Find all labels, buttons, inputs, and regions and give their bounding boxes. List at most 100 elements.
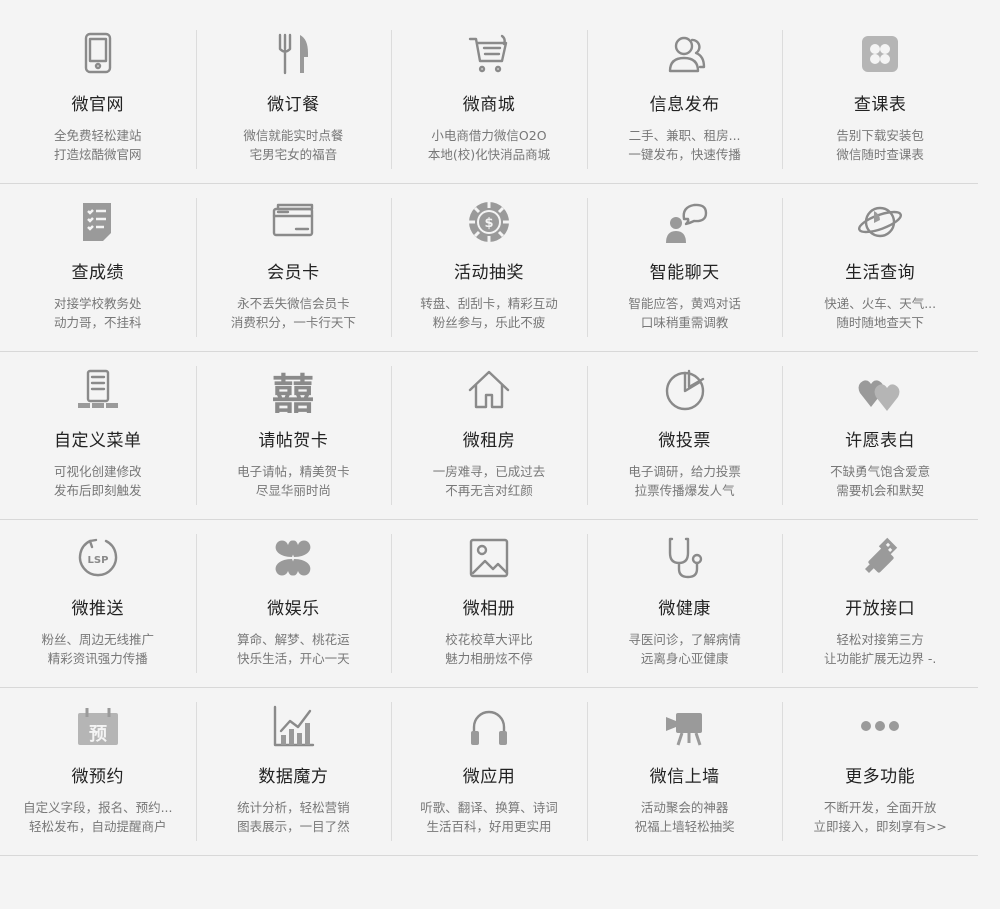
description-line: 不再无言对红颜 [445, 483, 533, 498]
description-line: 消费积分，一卡行天下 [230, 315, 356, 330]
description-line: 轻松发布，自动提醒商户 [29, 819, 167, 834]
description-line: 本地(校)化快消品商城 [427, 147, 551, 162]
feature-title: 微租房 [462, 431, 516, 451]
description-line: 不断开发，全面开放 [823, 800, 937, 815]
feature-row: 预微预约 自定义字段，报名、预约... 轻松发布，自动提醒商户 数据魔方 统计分析，轻松… [0, 688, 978, 856]
feature-title: 数据魔方 [258, 767, 329, 787]
feature-description: 活动聚会的神器 祝福上墙轻松抽奖 [587, 798, 783, 836]
description-line: 立即接入，即刻享有>> [813, 819, 947, 834]
description-line: 生活百科，好用更实用 [426, 819, 552, 834]
description-line: 全免费轻松建站 [54, 128, 142, 143]
picture-icon [391, 534, 587, 582]
feature-title: 请帖贺卡 [258, 431, 329, 451]
feature-tile[interactable]: 自定义菜单 可视化创建修改 发布后即刻触发 [0, 352, 196, 519]
planet-icon [782, 198, 978, 246]
feature-title: 会员卡 [267, 263, 320, 283]
description-line: 口味稍重需调教 [640, 315, 729, 330]
description-line: 二手、兼职、租房... [628, 128, 741, 143]
pie-chart-icon [587, 366, 783, 414]
feature-tile[interactable]: 生活查询快递、火车、天气... 随时随地查天下 [782, 184, 978, 351]
card-icon [196, 198, 392, 246]
tablet-icon [0, 30, 196, 78]
description-line: 一键发布，快速传播 [628, 147, 741, 162]
feature-tile[interactable]: 微商城 小电商借力微信O2O 本地(校)化快消品商城 [391, 16, 587, 183]
feature-tile[interactable]: 微娱乐算命、解梦、桃花运 快乐生活，开心一天 [195, 520, 392, 687]
feature-description: 自定义字段，报名、预约... 轻松发布，自动提醒商户 [0, 798, 196, 836]
feature-description: 转盘、刮刮卡，精彩互动 粉丝参与，乐此不疲 [391, 294, 587, 332]
feature-description: 不断开发，全面开放 立即接入，即刻享有>> [782, 798, 978, 836]
description-line: 魅力相册炫不停 [445, 651, 533, 666]
feature-tile[interactable]: 数据魔方 统计分析，轻松营销 图表展示，一目了然 [195, 688, 392, 855]
description-line: 智能应答，黄鸡对话 [628, 296, 741, 311]
description-line: 听歌、翻译、换算、诗词 [420, 800, 558, 815]
feature-description: 对接学校教务处 动力哥，不挂科 [0, 294, 196, 332]
description-line: 宅男宅女的福音 [249, 147, 338, 162]
feature-title: 信息发布 [649, 95, 720, 115]
description-line: 随时随地查天下 [836, 315, 924, 330]
feature-title: 生活查询 [845, 263, 916, 283]
feature-title: 查成绩 [71, 263, 125, 283]
feature-tile[interactable]: 微投票 电子调研，给力投票 拉票传播爆发人气 [586, 352, 783, 519]
feature-title: 微健康 [658, 599, 711, 619]
description-line: 快递、火车、天气... [824, 296, 937, 311]
feature-tile[interactable]: 微信上墙 活动聚会的神器 祝福上墙轻松抽奖 [586, 688, 783, 855]
description-line: 拉票传播爆发人气 [634, 483, 735, 498]
description-line: 永不丢失微信会员卡 [237, 296, 350, 311]
feature-row: 自定义菜单 可视化创建修改 发布后即刻触发囍请帖贺卡 电子请帖，精美贺卡 尽显华丽时尚微… [0, 352, 978, 520]
description-line: 远离身心亚健康 [640, 651, 729, 666]
description-line: 对接学校教务处 [54, 296, 142, 311]
feature-description: 二手、兼职、租房... 一键发布，快速传播 [587, 126, 783, 164]
feature-tile[interactable]: LSP 微推送 粉丝、周边无线推广 精彩资讯强力传播 [0, 520, 196, 687]
feature-tile[interactable]: 微健康 寻医问诊，了解病情 远离身心亚健康 [586, 520, 783, 687]
feature-row: 微官网 全免费轻松建站 打造炫酷微官网 微订餐 微信就能实时点餐 宅男宅女的福音 微商城 小电… [0, 16, 978, 184]
description-line: 不缺勇气饱含爱意 [830, 464, 931, 479]
feature-description: 告别下载安装包 微信随时查课表 [782, 126, 978, 164]
feature-tile[interactable]: 许愿表白不缺勇气饱含爱意 需要机会和默契 [782, 352, 978, 519]
feature-tile[interactable]: 更多功能不断开发，全面开放 立即接入，即刻享有>> [782, 688, 978, 855]
feature-title: 开放接口 [845, 599, 916, 619]
description-line: 自定义字段，报名、预约... [23, 800, 173, 815]
feature-description: 听歌、翻译、换算、诗词 生活百科，好用更实用 [391, 798, 587, 836]
feature-description: 全免费轻松建站 打造炫酷微官网 [0, 126, 196, 164]
feature-tile[interactable]: $ 活动抽奖转盘、刮刮卡，精彩互动 粉丝参与，乐此不疲 [391, 184, 587, 351]
description-line: 校花校草大评比 [445, 632, 533, 647]
feature-tile[interactable]: 微官网 全免费轻松建站 打造炫酷微官网 [0, 16, 196, 183]
description-line: 尽显华丽时尚 [255, 483, 331, 498]
feature-title: 许愿表白 [845, 431, 916, 451]
poker-chip-icon: $ [391, 198, 587, 246]
feature-tile[interactable]: 微相册 校花校草大评比 魅力相册炫不停 [391, 520, 587, 687]
lsp-refresh-icon: LSP [0, 534, 196, 582]
description-line: 精彩资讯强力传播 [47, 651, 148, 666]
feature-tile[interactable]: 查成绩对接学校教务处 动力哥，不挂科 [0, 184, 196, 351]
feature-description: 电子调研，给力投票 拉票传播爆发人气 [587, 462, 783, 500]
feature-tile[interactable]: 信息发布二手、兼职、租房... 一键发布，快速传播 [586, 16, 783, 183]
svg-text:$: $ [484, 216, 493, 231]
description-line: 祝福上墙轻松抽奖 [634, 819, 735, 834]
description-line: 可视化创建修改 [54, 464, 142, 479]
double-happiness-icon: 囍 [196, 366, 392, 414]
feature-description: 算命、解梦、桃花运 快乐生活，开心一天 [196, 630, 392, 668]
feature-title: 微商城 [462, 95, 516, 115]
feature-tile[interactable]: 预微预约 自定义字段，报名、预约... 轻松发布，自动提醒商户 [0, 688, 196, 855]
feature-title: 更多功能 [845, 767, 916, 787]
fork-knife-icon [196, 30, 392, 78]
feature-tile[interactable]: 微订餐 微信就能实时点餐 宅男宅女的福音 [195, 16, 392, 183]
feature-title: 智能聊天 [649, 263, 720, 283]
feature-title: 微娱乐 [267, 599, 320, 619]
feature-tile[interactable]: 微租房 一房难寻，已成过去 不再无言对红颜 [391, 352, 587, 519]
description-line: 需要机会和默契 [836, 483, 924, 498]
headphones-icon [391, 702, 587, 750]
feature-tile[interactable]: 囍请帖贺卡 电子请帖，精美贺卡 尽显华丽时尚 [195, 352, 392, 519]
feature-title: 活动抽奖 [453, 263, 524, 283]
description-line: 动力哥，不挂科 [54, 315, 142, 330]
feature-tile[interactable]: 微应用 听歌、翻译、换算、诗词 生活百科，好用更实用 [391, 688, 587, 855]
feature-tile[interactable]: 查课表 告别下载安装包 微信随时查课表 [782, 16, 978, 183]
hearts-icon [782, 366, 978, 414]
feature-tile[interactable]: 智能聊天智能应答，黄鸡对话 口味稍重需调教 [586, 184, 783, 351]
description-line: 微信随时查课表 [836, 147, 924, 162]
description-line: 粉丝参与，乐此不疲 [432, 315, 546, 330]
feature-tile[interactable]: 开放接口 轻松对接第三方 让功能扩展无边界 -. [782, 520, 978, 687]
svg-text:囍: 囍 [272, 370, 314, 413]
description-line: 算命、解梦、桃花运 [237, 632, 350, 647]
feature-tile[interactable]: 会员卡永不丢失微信会员卡 消费积分，一卡行天下 [195, 184, 392, 351]
